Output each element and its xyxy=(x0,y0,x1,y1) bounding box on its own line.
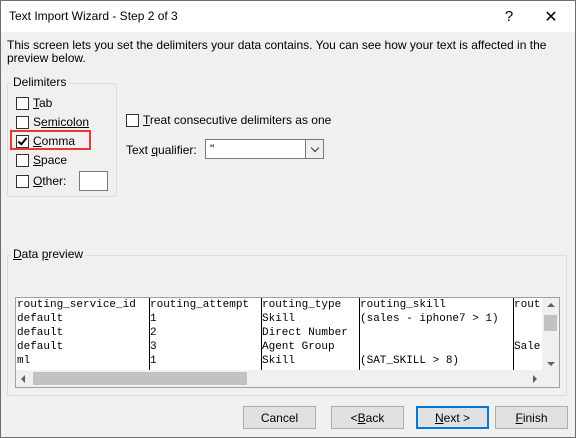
horizontal-scroll-thumb[interactable] xyxy=(33,372,247,385)
table-cell[interactable]: routing_skill xyxy=(359,298,513,312)
scroll-down-icon[interactable] xyxy=(547,362,555,366)
table-cell[interactable]: 1 xyxy=(149,354,261,368)
comma-highlight-box xyxy=(10,130,91,150)
next-button[interactable]: Next > xyxy=(416,406,489,429)
table-cell[interactable]: Skill xyxy=(261,312,359,326)
vertical-scroll-thumb[interactable] xyxy=(544,315,557,331)
other-checkbox[interactable] xyxy=(16,174,29,188)
window-title: Text Import Wizard - Step 2 of 3 xyxy=(9,9,178,23)
table-cell[interactable]: 3 xyxy=(149,340,261,354)
column-divider[interactable] xyxy=(513,298,514,372)
space-checkbox[interactable] xyxy=(16,153,29,167)
table-row: ml 1 Skill (SAT_SKILL > 8) xyxy=(16,354,553,368)
dropdown-button[interactable] xyxy=(305,140,323,158)
table-row: default 2 Direct Number xyxy=(16,326,553,340)
title-bar: Text Import Wizard - Step 2 of 3 ? ✕ xyxy=(1,1,575,32)
table-row: default 1 Skill (sales - iphone7 > 1) xyxy=(16,312,553,326)
consecutive-checkbox-row[interactable]: Treat consecutive delimiters as one xyxy=(126,112,331,128)
preview-table: routing_service_id routing_attempt routi… xyxy=(16,298,553,368)
semicolon-checkbox[interactable] xyxy=(16,115,29,129)
column-divider[interactable] xyxy=(149,298,150,372)
table-cell[interactable]: (SAT_SKILL > 8) xyxy=(359,354,513,368)
close-icon[interactable]: ✕ xyxy=(531,1,571,32)
data-preview-grid[interactable]: routing_service_id routing_attempt routi… xyxy=(15,297,560,388)
space-label: Space xyxy=(33,153,68,167)
table-cell[interactable]: (sales - iphone7 > 1) xyxy=(359,312,513,326)
column-divider[interactable] xyxy=(261,298,262,372)
table-cell[interactable]: default xyxy=(16,340,149,354)
table-row: routing_service_id routing_attempt routi… xyxy=(16,298,553,312)
text-qualifier-value: " xyxy=(210,142,215,156)
semicolon-label: Semicolon xyxy=(33,115,90,129)
table-cell[interactable]: 1 xyxy=(149,312,261,326)
table-cell[interactable]: Direct Number xyxy=(261,326,359,340)
table-cell[interactable]: ml xyxy=(16,354,149,368)
delimiters-label: Delimiters xyxy=(11,75,69,89)
column-divider[interactable] xyxy=(359,298,360,372)
cancel-button[interactable]: Cancel xyxy=(243,406,316,429)
table-cell[interactable]: Skill xyxy=(261,354,359,368)
tab-checkbox[interactable] xyxy=(16,96,29,110)
consecutive-delimiters-checkbox[interactable] xyxy=(126,113,139,127)
scrollbar-corner xyxy=(542,370,559,387)
scroll-up-icon[interactable] xyxy=(547,303,555,307)
space-checkbox-row[interactable]: Space xyxy=(16,152,67,168)
other-checkbox-row[interactable]: Other: xyxy=(16,173,66,189)
help-icon[interactable]: ? xyxy=(489,1,529,32)
table-cell[interactable]: routing_attempt xyxy=(149,298,261,312)
chevron-down-icon xyxy=(310,143,319,152)
table-cell[interactable]: 2 xyxy=(149,326,261,340)
table-cell[interactable] xyxy=(359,340,513,354)
step-description: This screen lets you set the delimiters … xyxy=(7,38,547,65)
scroll-left-icon[interactable] xyxy=(21,375,25,383)
table-cell[interactable]: default xyxy=(16,326,149,340)
table-cell[interactable]: routing_service_id xyxy=(16,298,149,312)
tab-label: Tab xyxy=(33,96,53,110)
horizontal-scrollbar[interactable] xyxy=(16,370,542,387)
vertical-scrollbar[interactable] xyxy=(542,298,559,371)
finish-button[interactable]: Finish xyxy=(495,406,568,429)
table-cell[interactable]: Agent Group xyxy=(261,340,359,354)
scroll-right-icon[interactable] xyxy=(533,375,537,383)
tab-checkbox-row[interactable]: Tab xyxy=(16,95,52,111)
other-label: Other: xyxy=(33,174,67,188)
table-cell[interactable]: routing_type xyxy=(261,298,359,312)
semicolon-checkbox-row[interactable]: Semicolon xyxy=(16,114,89,130)
other-delimiter-input[interactable] xyxy=(79,171,108,191)
text-qualifier-label: Text qualifier: xyxy=(126,143,197,157)
table-cell[interactable]: default xyxy=(16,312,149,326)
data-preview-label: Data preview xyxy=(11,247,86,261)
text-qualifier-select[interactable]: " xyxy=(205,139,324,159)
consecutive-label: Treat consecutive delimiters as one xyxy=(143,113,332,127)
table-cell[interactable] xyxy=(359,326,513,340)
back-button[interactable]: < Back xyxy=(331,406,404,429)
table-row: default 3 Agent Group Sale xyxy=(16,340,553,354)
